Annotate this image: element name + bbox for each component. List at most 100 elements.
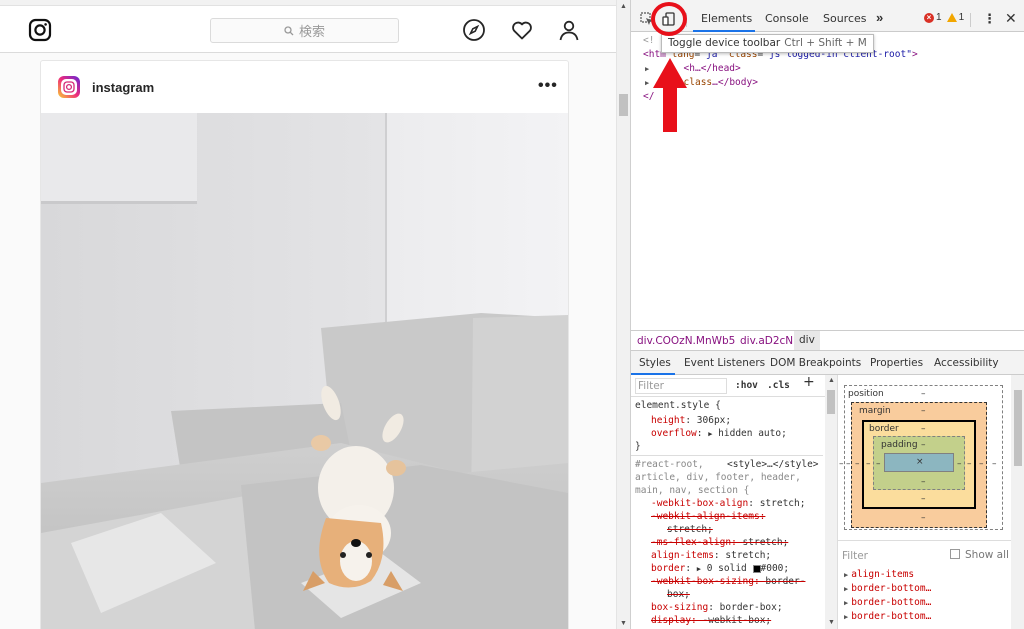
tab-sources[interactable]: Sources (823, 12, 867, 25)
position-right-value: – (992, 459, 997, 469)
page-scrollbar[interactable]: ▲ ▼ (616, 0, 630, 629)
more-options-icon[interactable]: ••• (538, 77, 558, 95)
error-icon: × (924, 12, 934, 23)
profile-icon[interactable] (557, 18, 581, 42)
margin-right-value: – (979, 459, 984, 469)
css-declaration-overridden[interactable]: stretch; (667, 524, 713, 537)
search-input[interactable]: 検索 (210, 18, 399, 43)
doctype-line[interactable]: <! (643, 34, 654, 48)
computed-property[interactable]: ▶ border-bottom… (844, 596, 931, 610)
sidebar-tabs: Styles Event Listeners DOM Breakpoints P… (631, 351, 1024, 375)
computed-filter-bar: Filter Show all (837, 540, 1011, 568)
box-model-diagram: position – margin – border – padding – ×… (837, 375, 1011, 540)
styles-scrollbar[interactable]: ▲ ▼ (825, 375, 837, 629)
tooltip-label: Toggle device toolbar (668, 37, 781, 49)
style-source-link[interactable]: <style>…</style> (727, 459, 819, 472)
search-placeholder: 検索 (298, 25, 325, 40)
css-declaration[interactable]: -webkit-box-align: stretch; (651, 498, 805, 511)
computed-scrollbar[interactable] (1011, 375, 1024, 629)
border-label: border (869, 424, 899, 434)
margin-value: – (921, 406, 926, 416)
border-bottom-value: – (921, 494, 926, 504)
heart-icon[interactable] (510, 18, 534, 42)
css-declaration[interactable]: border: ▶ 0 solid #000; (651, 563, 789, 576)
scroll-up-icon[interactable]: ▲ (620, 3, 627, 10)
margin-label: margin (859, 406, 891, 416)
border-value: 0 solid #000; (706, 563, 790, 574)
scrollbar-thumb[interactable] (619, 94, 628, 116)
breadcrumb: div.COOzN.MnWb5 div.aD2cN div (631, 330, 1024, 351)
device-toolbar-tooltip: Toggle device toolbar Ctrl + Shift + M (661, 34, 874, 53)
toolbar-separator (970, 13, 971, 27)
css-declaration-overridden[interactable]: -webkit-align-items: (651, 511, 765, 524)
computed-property[interactable]: ▶ align-items (844, 568, 914, 582)
breadcrumb-item-selected[interactable]: div (794, 331, 820, 350)
color-swatch[interactable] (752, 564, 761, 573)
content-left-value: – (876, 459, 881, 469)
hover-state-button[interactable]: :hov (735, 380, 758, 393)
instagram-logo-icon[interactable] (28, 18, 52, 42)
show-all-checkbox[interactable] (950, 549, 960, 559)
position-left-value: – (839, 459, 844, 469)
css-declaration-overridden[interactable]: -webkit-box-sizing: border- (651, 576, 805, 589)
position-label: position (848, 389, 884, 399)
computed-property[interactable]: ▶ border-bottom… (844, 582, 931, 596)
rule-selector[interactable]: article, div, footer, header, (635, 472, 801, 485)
margin-bottom-value: – (921, 513, 926, 523)
red-arrow-up-icon (653, 58, 687, 132)
dom-tree[interactable]: <! <htm lang="ja" class="js logged-in cl… (631, 32, 1024, 330)
tab-elements[interactable]: Elements (701, 12, 752, 25)
error-count: 1 (936, 12, 942, 23)
padding-left-value: – (866, 459, 871, 469)
css-declaration-overridden[interactable]: display: -webkit-box; (651, 615, 771, 628)
screen: 検索 instagram ••• ▲ ▼ Elements Console So… (0, 0, 1024, 629)
css-declaration[interactable]: height: 306px; (651, 415, 731, 428)
tab-accessibility[interactable]: Accessibility (934, 357, 999, 369)
class-toggle-button[interactable]: .cls (767, 380, 790, 393)
breadcrumb-item[interactable]: div.COOzN.MnWb5 (637, 335, 735, 347)
show-all-label[interactable]: Show all (965, 549, 1009, 561)
css-declaration-overridden[interactable]: -ms-flex-align: stretch; (651, 537, 788, 550)
post-username[interactable]: instagram (92, 80, 154, 95)
avatar[interactable] (58, 76, 80, 98)
issues-counter[interactable]: × 1 1 (924, 12, 964, 23)
scroll-down-icon[interactable]: ▼ (828, 619, 835, 626)
border-value: – (921, 424, 926, 434)
close-devtools-icon[interactable]: ✕ (1005, 10, 1017, 27)
instagram-page: 検索 instagram ••• (0, 0, 616, 629)
scrollbar-thumb[interactable] (1014, 390, 1022, 466)
css-declaration[interactable]: box-sizing: border-box; (651, 602, 783, 615)
more-tabs-chevron-icon[interactable]: » (876, 10, 883, 25)
scroll-down-icon[interactable]: ▼ (620, 620, 627, 627)
add-rule-icon[interactable]: + (803, 375, 815, 389)
instagram-avatar-icon (63, 81, 75, 93)
rule-selector[interactable]: main, nav, section { (635, 485, 749, 498)
styles-filter-bar: Filter :hov .cls + (631, 375, 825, 397)
position-value: – (921, 389, 926, 399)
kebab-menu-icon[interactable]: ⋮ (983, 11, 996, 27)
rule-selector[interactable]: #react-root, (635, 459, 704, 472)
warning-count: 1 (958, 12, 965, 23)
breadcrumb-item[interactable]: div.aD2cN (740, 335, 793, 347)
border-right-value: – (967, 459, 972, 469)
devtools-toolbar: Elements Console Sources » × 1 1 ⋮ ✕ (631, 6, 1024, 32)
tab-console[interactable]: Console (765, 12, 809, 25)
content-size: × (916, 457, 924, 467)
explore-compass-icon[interactable] (462, 18, 486, 42)
styles-pane: Filter :hov .cls + element.style { heigh… (631, 375, 825, 629)
scroll-up-icon[interactable]: ▲ (828, 377, 835, 384)
element-style-selector[interactable]: element.style { (635, 400, 721, 413)
post-photo[interactable] (41, 113, 568, 629)
computed-property[interactable]: ▶ border-bottom… (844, 610, 931, 624)
scrollbar-thumb[interactable] (827, 390, 835, 414)
css-declaration[interactable]: overflow: ▶ hidden auto; (651, 428, 787, 441)
css-declaration-overridden[interactable]: box; (667, 589, 690, 602)
tab-properties[interactable]: Properties (870, 357, 923, 369)
tab-dom-breakpoints[interactable]: DOM Breakpoints (770, 357, 861, 369)
css-declaration[interactable]: align-items: stretch; (651, 550, 771, 563)
close-brace: } (635, 441, 641, 452)
tab-event-listeners[interactable]: Event Listeners (684, 357, 765, 369)
computed-filter-input[interactable]: Filter (842, 550, 868, 562)
styles-filter-input[interactable]: Filter (635, 378, 727, 394)
tab-styles[interactable]: Styles (639, 357, 671, 369)
